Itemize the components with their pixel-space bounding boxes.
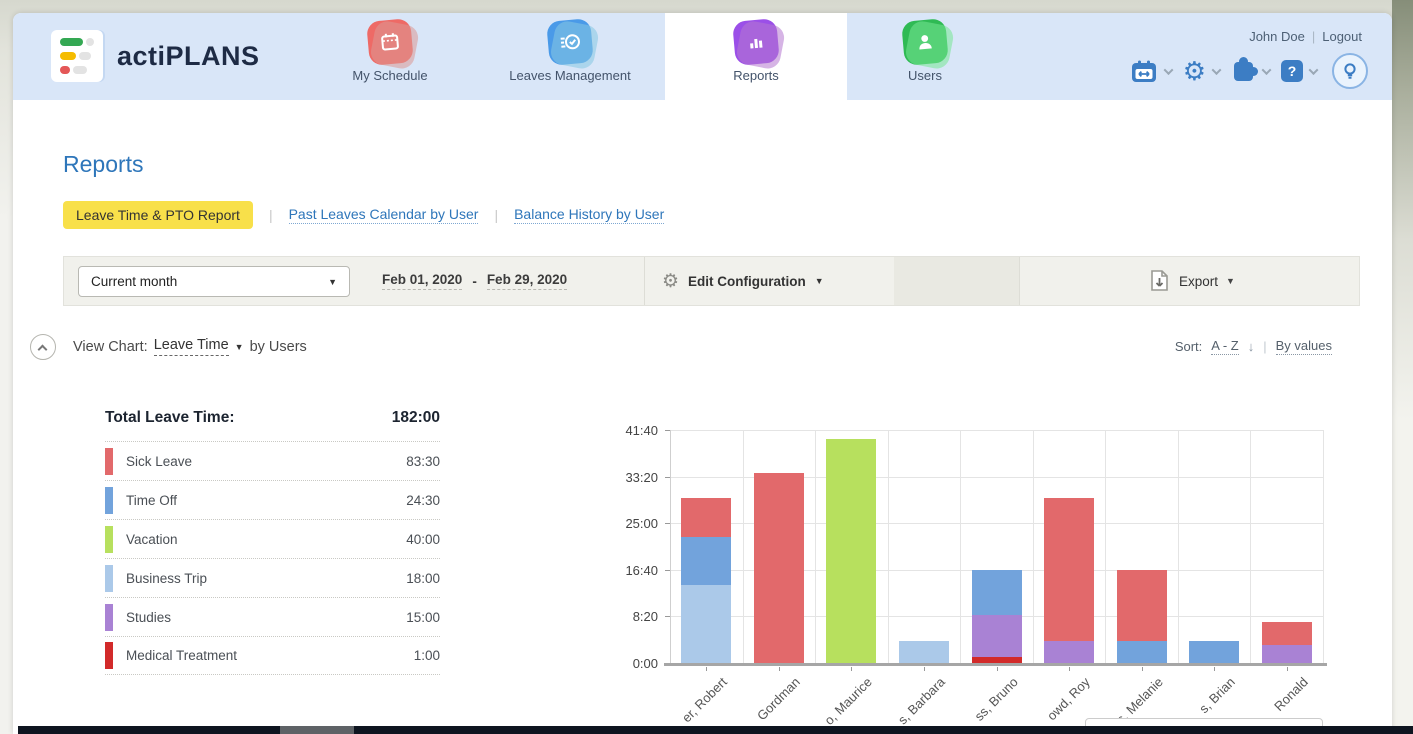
x-axis-tick (706, 667, 707, 671)
x-axis-tick (997, 667, 998, 671)
x-axis-tick (1287, 667, 1288, 671)
x-axis-tick (1142, 667, 1143, 671)
x-axis-tick (1069, 667, 1070, 671)
bar-segment (681, 585, 731, 663)
bar-segment (681, 537, 731, 585)
gridline-vertical (1033, 430, 1034, 663)
bar-segment (1117, 641, 1167, 663)
bar-segment (754, 473, 804, 663)
x-axis-tick (851, 667, 852, 671)
gridline-vertical (815, 430, 816, 663)
leave-time-chart: 41:4033:2025:0016:408:200:00er, RobertGo… (13, 13, 1392, 734)
y-axis-tick-label: 41:40 (598, 423, 658, 438)
x-axis-tick (1214, 667, 1215, 671)
y-axis-tick-label: 33:20 (598, 470, 658, 485)
bar-segment (972, 615, 1022, 657)
gridline-horizontal (670, 430, 1323, 431)
y-axis-line (670, 430, 671, 663)
y-axis-tick-label: 0:00 (598, 656, 658, 671)
bar-segment (972, 570, 1022, 616)
gridline-vertical (1250, 430, 1251, 663)
bar-segment (1262, 622, 1312, 644)
y-axis-tick-label: 16:40 (598, 563, 658, 578)
gridline-vertical (1105, 430, 1106, 663)
app-window: actiPLANS My Schedule Leaves Management … (0, 0, 1413, 734)
x-axis-tick (924, 667, 925, 671)
bar-segment (826, 439, 876, 663)
gridline-vertical (960, 430, 961, 663)
y-axis-tick-label: 25:00 (598, 516, 658, 531)
bar-segment (1044, 498, 1094, 641)
bar-segment (1117, 570, 1167, 641)
y-axis-tick-label: 8:20 (598, 609, 658, 624)
progress-segment (280, 726, 354, 734)
bar-segment (1262, 645, 1312, 663)
gridline-vertical (1323, 430, 1324, 663)
app-card: actiPLANS My Schedule Leaves Management … (13, 13, 1392, 734)
gridline-vertical (1178, 430, 1179, 663)
video-progress-bar[interactable] (18, 726, 1413, 734)
gridline-vertical (743, 430, 744, 663)
x-axis-line (664, 663, 1327, 666)
x-axis-tick (779, 667, 780, 671)
gridline-vertical (888, 430, 889, 663)
bar-segment (899, 641, 949, 663)
bar-segment (681, 498, 731, 537)
bar-segment (1189, 641, 1239, 663)
bar-segment (1044, 641, 1094, 663)
